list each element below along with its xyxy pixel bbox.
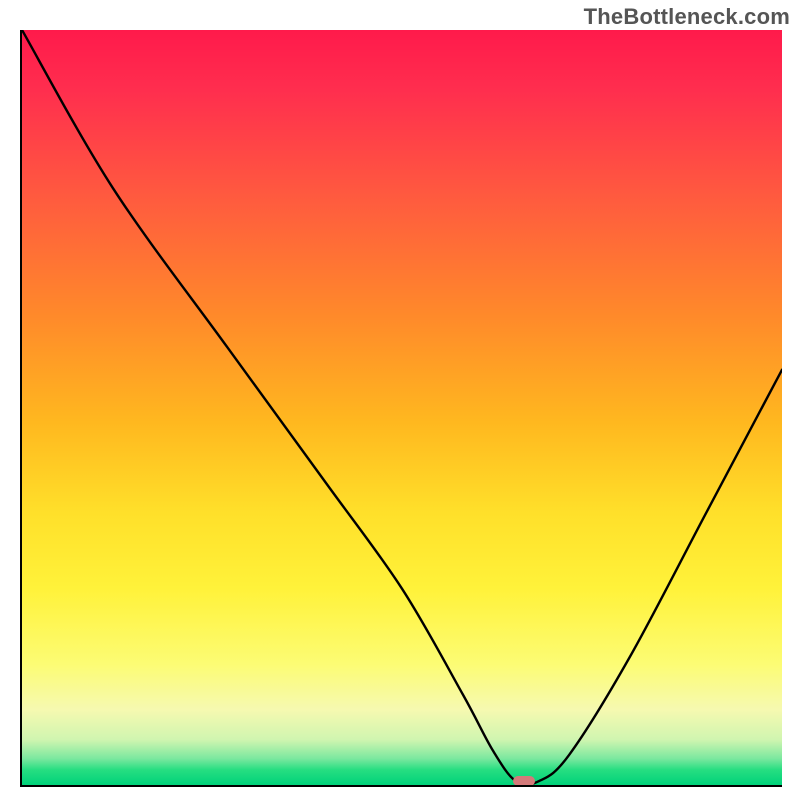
chart-container: TheBottleneck.com <box>0 0 800 800</box>
background-gradient <box>22 30 782 785</box>
plot-area <box>20 30 782 787</box>
watermark-text: TheBottleneck.com <box>584 4 790 30</box>
optimal-point-marker <box>513 776 535 786</box>
